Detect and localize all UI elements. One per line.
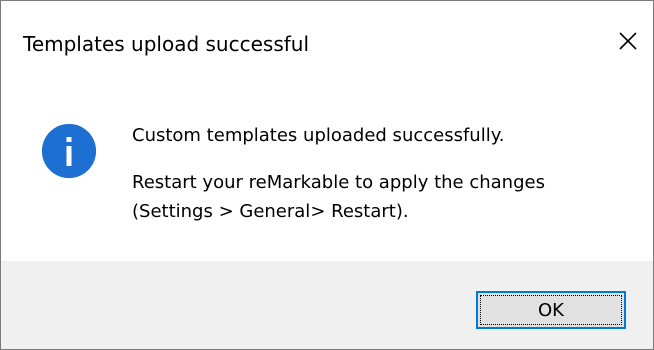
dialog-content: Custom templates uploaded successfully. … bbox=[1, 89, 653, 261]
message-line-path: (Settings > General> Restart). bbox=[132, 201, 409, 222]
ok-button[interactable]: OK bbox=[476, 291, 626, 329]
ok-button-label: OK bbox=[538, 299, 564, 321]
message-dialog: Templates upload successful Custom templ… bbox=[0, 0, 654, 350]
dialog-title: Templates upload successful bbox=[23, 32, 310, 56]
dialog-message: Custom templates uploaded successfully. … bbox=[132, 121, 632, 226]
close-icon bbox=[619, 32, 637, 50]
info-icon bbox=[42, 124, 96, 178]
dialog-footer: OK bbox=[1, 261, 653, 349]
title-bar: Templates upload successful bbox=[1, 1, 653, 89]
close-button[interactable] bbox=[603, 15, 653, 67]
message-line-restart: Restart your reMarkable to apply the cha… bbox=[132, 172, 545, 193]
message-line-success: Custom templates uploaded successfully. bbox=[132, 125, 505, 146]
